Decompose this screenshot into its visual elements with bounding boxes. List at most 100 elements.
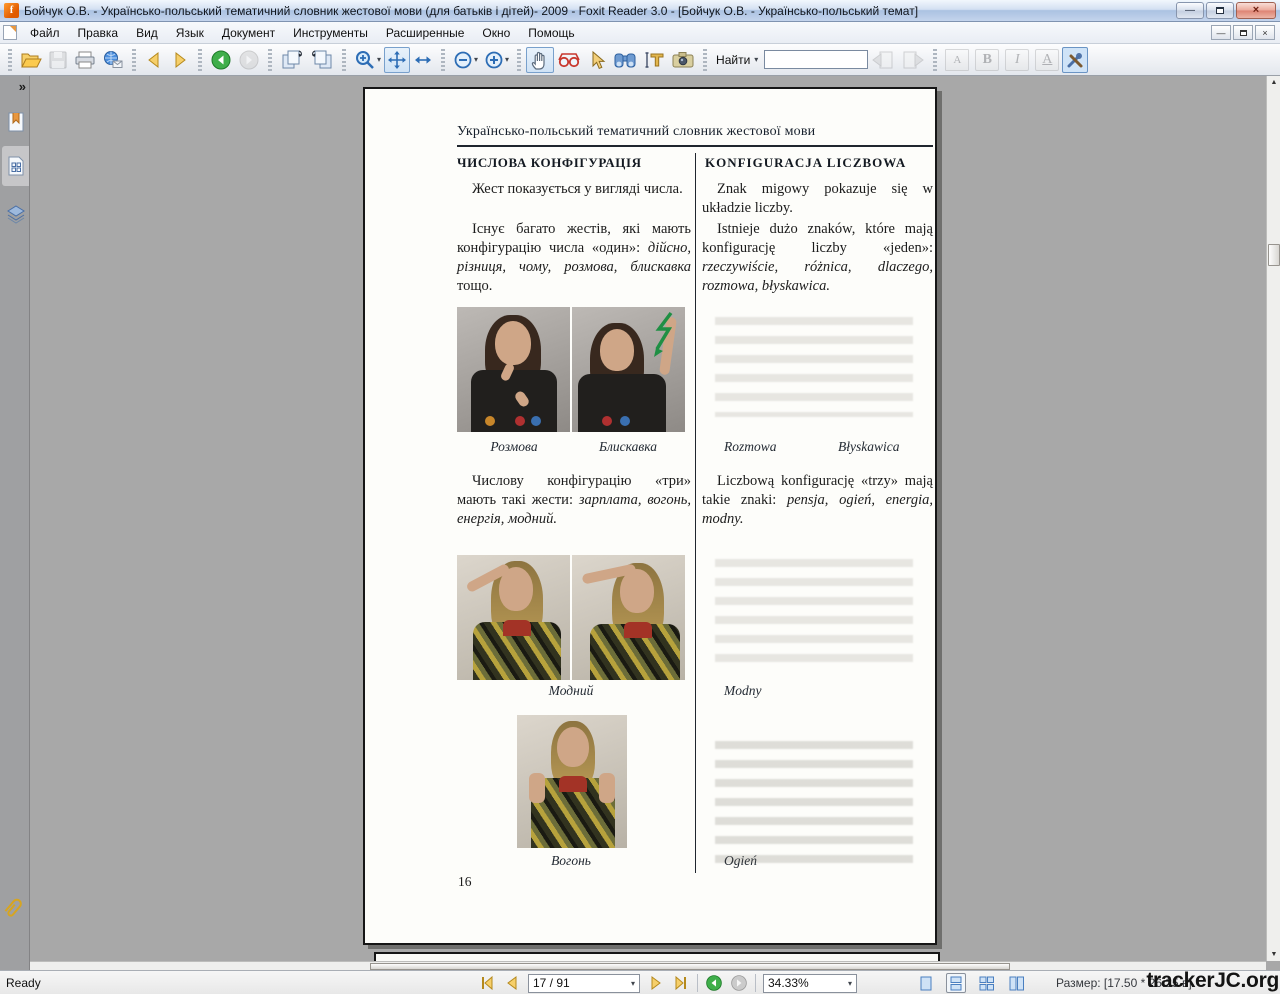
chevron-down-icon: ▾	[474, 55, 478, 64]
document-area[interactable]: Українсько-польський тематичний словник …	[30, 76, 1280, 970]
zoom-in-icon	[484, 50, 504, 70]
menu-window[interactable]: Окно	[473, 23, 519, 43]
next-page-button[interactable]	[167, 47, 193, 73]
snapshot-tool-button[interactable]	[668, 47, 698, 73]
find-dropdown[interactable]: Найти▾	[712, 51, 762, 69]
pages-panel-button[interactable]	[2, 146, 29, 186]
restore-button[interactable]	[1206, 2, 1234, 19]
menu-file[interactable]: Файл	[21, 23, 69, 43]
cursor-arrow-icon	[588, 50, 606, 70]
menu-edit[interactable]: Правка	[69, 23, 128, 43]
rotate-left-button[interactable]	[307, 47, 337, 73]
column-divider	[695, 153, 696, 873]
back-circle-icon	[705, 974, 723, 992]
forward-view-button[interactable]	[730, 974, 748, 992]
bold-icon: B	[975, 49, 999, 71]
mdi-restore-button[interactable]	[1233, 25, 1253, 40]
email-button[interactable]	[99, 47, 127, 73]
last-page-button[interactable]	[672, 974, 690, 992]
caption-blyskawica-pl: Błyskawica	[816, 439, 930, 455]
menu-help[interactable]: Помощь	[519, 23, 583, 43]
go-forward-button[interactable]	[235, 47, 263, 73]
toolbar-grip	[441, 49, 445, 71]
find-tool-button[interactable]	[610, 47, 640, 73]
close-icon: ×	[1253, 5, 1259, 16]
continuous-page-icon	[949, 976, 963, 991]
bookmarks-panel-button[interactable]	[2, 102, 29, 142]
layers-panel-button[interactable]	[2, 194, 29, 234]
left-captions-row-1: Розмова Блискавка	[457, 439, 685, 455]
menu-language[interactable]: Язык	[167, 23, 213, 43]
first-page-button[interactable]	[478, 974, 496, 992]
minimize-button[interactable]: —	[1176, 2, 1204, 19]
chevron-down-icon: ▾	[848, 979, 852, 988]
header-rule	[457, 145, 933, 147]
next-arrow-icon	[170, 50, 190, 70]
page-navigation: 17 / 91▾ 34.33%▾	[478, 973, 857, 993]
attachments-panel-button[interactable]	[0, 893, 28, 927]
mdi-close-button[interactable]: ×	[1255, 25, 1275, 40]
right-captions-row-1: Rozmowa Błyskawica	[702, 439, 930, 455]
tool-settings-button[interactable]	[1062, 47, 1088, 73]
open-button[interactable]	[17, 47, 45, 73]
typewriter-icon: A	[945, 49, 969, 71]
print-button[interactable]	[71, 47, 99, 73]
horizontal-scroll-thumb[interactable]	[370, 963, 1010, 970]
next-page-icon	[648, 975, 664, 991]
menu-advanced[interactable]: Расширенные	[377, 23, 474, 43]
continuous-facing-layout-button[interactable]	[1006, 973, 1026, 993]
fit-width-icon	[413, 50, 433, 70]
bold-button[interactable]: B	[972, 47, 1002, 73]
status-text: Ready	[6, 976, 41, 990]
menu-view[interactable]: Вид	[127, 23, 167, 43]
vertical-scrollbar[interactable]: ▲ ▼	[1266, 76, 1280, 961]
menu-document[interactable]: Документ	[213, 23, 284, 43]
menu-tools[interactable]: Инструменты	[284, 23, 377, 43]
back-view-button[interactable]	[705, 974, 723, 992]
select-tool-button[interactable]	[584, 47, 610, 73]
photo-modnyi-1	[457, 555, 570, 680]
find-next-button[interactable]	[898, 47, 928, 73]
scroll-down-arrow[interactable]: ▼	[1268, 948, 1280, 961]
sidebar-expand-button[interactable]: »	[19, 80, 26, 93]
fit-width-button[interactable]	[410, 47, 436, 73]
search-input[interactable]	[764, 50, 868, 69]
pdf-page[interactable]: Українсько-польський тематичний словник …	[363, 87, 937, 945]
next-page-button-status[interactable]	[647, 974, 665, 992]
forward-circle-icon	[238, 49, 260, 71]
zoom-level-combobox[interactable]: 34.33%▾	[763, 974, 857, 993]
underline-button[interactable]: A	[1032, 47, 1062, 73]
loupe-tool-button[interactable]	[554, 47, 584, 73]
text-select-tool-button[interactable]	[640, 47, 668, 73]
italic-icon: I	[1005, 49, 1029, 71]
save-button[interactable]	[45, 47, 71, 73]
hand-icon	[529, 49, 551, 71]
zoom-in-button[interactable]: ▾	[481, 47, 512, 73]
title-bar: f Бойчук О.В. - Українсько-польський тем…	[0, 0, 1280, 22]
typewriter-button[interactable]: A	[942, 47, 972, 73]
single-page-layout-button[interactable]	[916, 973, 936, 993]
previous-page-button-status[interactable]	[503, 974, 521, 992]
mdi-minimize-button[interactable]: —	[1211, 25, 1231, 40]
facing-layout-button[interactable]	[976, 973, 996, 993]
foxit-app-icon: f	[4, 3, 19, 18]
hand-tool-button[interactable]	[526, 47, 554, 73]
find-label: Найти	[716, 53, 750, 67]
find-previous-button[interactable]	[868, 47, 898, 73]
italic-button[interactable]: I	[1002, 47, 1032, 73]
zoom-tool-button[interactable]: ▾	[351, 47, 384, 73]
scroll-up-arrow[interactable]: ▲	[1268, 76, 1280, 89]
go-back-button[interactable]	[207, 47, 235, 73]
magnifier-plus-icon	[354, 49, 376, 71]
vertical-scroll-thumb[interactable]	[1268, 244, 1280, 266]
previous-page-button[interactable]	[141, 47, 167, 73]
continuous-layout-button[interactable]	[946, 973, 966, 993]
close-button[interactable]: ×	[1236, 2, 1276, 19]
rotate-right-button[interactable]	[277, 47, 307, 73]
horizontal-scrollbar[interactable]	[30, 961, 1266, 970]
document-icon[interactable]	[3, 25, 17, 40]
page-number-combobox[interactable]: 17 / 91▾	[528, 974, 640, 993]
fit-page-button[interactable]	[384, 47, 410, 73]
mdi-minimize-icon: —	[1217, 28, 1226, 38]
zoom-out-button[interactable]: ▾	[450, 47, 481, 73]
